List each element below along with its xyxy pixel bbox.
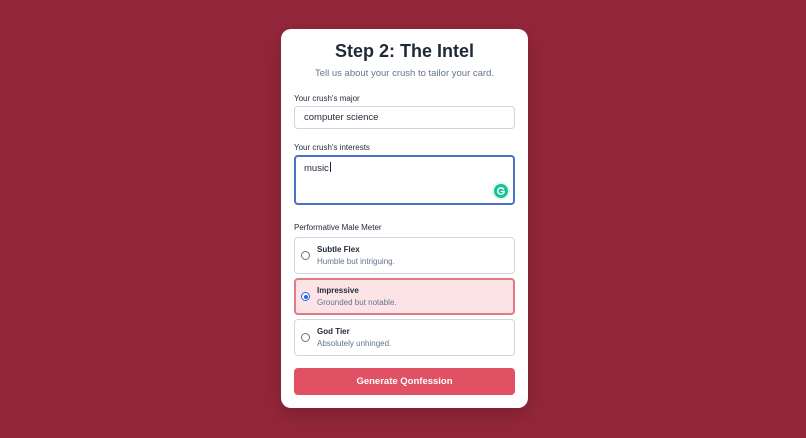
major-input-value: computer science <box>304 112 379 123</box>
interests-textarea[interactable]: music <box>294 155 515 205</box>
page-subtitle: Tell us about your crush to tailor your … <box>314 68 494 79</box>
radio-impressive[interactable] <box>301 292 310 301</box>
option-description: Grounded but notable. <box>317 298 397 307</box>
interests-label: Your crush's interests <box>294 143 370 152</box>
major-label: Your crush's major <box>294 94 360 103</box>
option-description: Humble but intriguing. <box>317 257 395 266</box>
meter-option-impressive[interactable]: Impressive Grounded but notable. <box>294 278 515 315</box>
option-title: God Tier <box>317 327 350 336</box>
meter-option-god-tier[interactable]: God Tier Absolutely unhinged. <box>294 319 515 356</box>
option-description: Absolutely unhinged. <box>317 339 392 348</box>
meter-label: Performative Male Meter <box>294 223 382 232</box>
generate-button[interactable]: Generate Qonfession <box>294 368 515 395</box>
interests-textarea-value: music <box>304 163 329 174</box>
meter-option-subtle-flex[interactable]: Subtle Flex Humble but intriguing. <box>294 237 515 274</box>
option-title: Impressive <box>317 286 359 295</box>
major-input[interactable]: computer science <box>294 106 515 129</box>
text-caret <box>329 162 331 172</box>
option-title: Subtle Flex <box>317 245 360 254</box>
radio-subtle-flex[interactable] <box>301 251 310 260</box>
grammarly-icon[interactable] <box>494 184 508 198</box>
radio-god-tier[interactable] <box>301 333 310 342</box>
form-card: Step 2: The Intel Tell us about your cru… <box>281 29 528 408</box>
page-title: Step 2: The Intel <box>334 41 475 61</box>
